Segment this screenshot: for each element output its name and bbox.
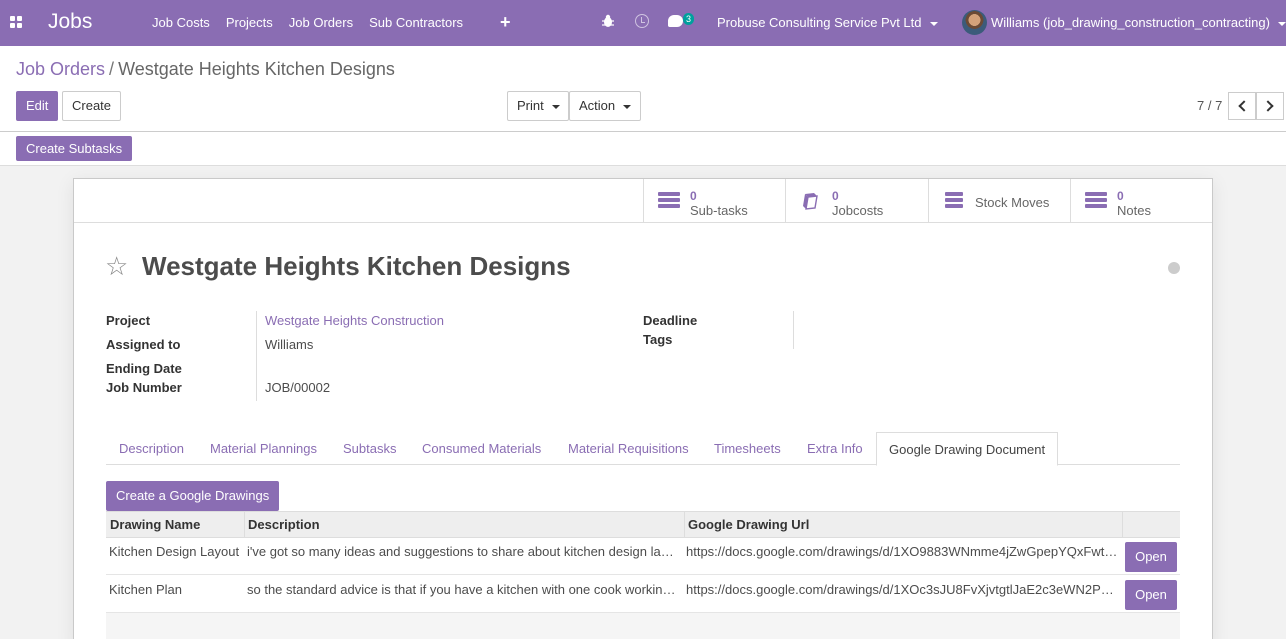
breadcrumb: Job Orders / Westgate Heights Kitchen Desi… [16, 59, 395, 80]
table-row[interactable]: Kitchen Plan so the standard advice is t… [106, 576, 1180, 613]
open-drawing-button[interactable]: Open [1125, 580, 1177, 610]
pager-next-button[interactable] [1256, 92, 1284, 120]
stock-moves-label: Stock Moves [975, 195, 1050, 210]
column-description[interactable]: Description [244, 512, 685, 537]
notes-label: Notes [1117, 203, 1151, 218]
chat-icon[interactable] [668, 15, 683, 27]
job-number-label: Job Number [106, 380, 182, 395]
jobcosts-label: Jobcosts [832, 203, 884, 218]
description-cell: i've got so many ideas and suggestions t… [247, 544, 674, 559]
column-drawing-name[interactable]: Drawing Name [106, 512, 245, 537]
column-google-drawing-url[interactable]: Google Drawing Url [684, 512, 1123, 537]
tab-description[interactable]: Description [119, 432, 184, 465]
control-panel: Job Orders / Westgate Heights Kitchen Desi… [0, 46, 1286, 132]
record-title: Westgate Heights Kitchen Designs [142, 251, 571, 281]
assigned-to-label: Assigned to [106, 337, 181, 352]
tab-subtasks[interactable]: Subtasks [343, 432, 396, 465]
url-cell: https://docs.google.com/drawings/d/1XOc3… [686, 582, 1114, 597]
create-button[interactable]: Create [62, 91, 122, 121]
chat-count-badge: 3 [683, 13, 695, 25]
menu-item-projects[interactable]: Projects [218, 0, 281, 46]
jobcosts-smart-button[interactable]: 0 Jobcosts [785, 179, 928, 223]
notebook-tabs: Description Material Plannings Subtasks … [106, 432, 1180, 466]
chevron-down-icon [929, 21, 938, 26]
breadcrumb-current: Westgate Heights Kitchen Designs [118, 59, 395, 79]
drawing-name-cell: Kitchen Plan [109, 582, 182, 597]
table-footer [106, 613, 1180, 639]
tasks-icon [658, 192, 680, 210]
company-switcher[interactable]: Probuse Consulting Service Pvt Ltd [717, 0, 938, 45]
project-field[interactable]: Westgate Heights Construction [265, 313, 444, 328]
notes-count: 0 [1117, 189, 1124, 203]
pager-previous-button[interactable] [1228, 92, 1256, 120]
job-number-field: JOB/00002 [265, 380, 331, 395]
assigned-to-field[interactable]: Williams [265, 337, 313, 352]
favorite-star-icon[interactable]: ☆ [105, 253, 128, 279]
tab-consumed-materials[interactable]: Consumed Materials [422, 432, 541, 465]
list-icon [945, 192, 963, 210]
tab-extra-info[interactable]: Extra Info [807, 432, 863, 465]
print-dropdown[interactable]: Print [507, 91, 569, 121]
main-menu: Job Costs Projects Job Orders Sub Contra… [144, 0, 471, 46]
drawing-name-cell: Kitchen Design Layout [109, 544, 240, 559]
form-statusbar: Create Subtasks [0, 132, 1286, 166]
subtasks-count: 0 [690, 189, 697, 203]
action-label: Action [579, 98, 616, 113]
bug-icon[interactable] [602, 14, 614, 28]
project-label: Project [106, 313, 151, 328]
subtasks-label: Sub-tasks [690, 203, 748, 218]
notes-smart-button[interactable]: 0 Notes [1070, 179, 1213, 223]
plus-icon[interactable]: + [500, 12, 511, 33]
action-dropdown[interactable]: Action [569, 91, 641, 121]
field-divider [793, 311, 794, 349]
notes-icon [1085, 192, 1107, 210]
table-row[interactable]: Kitchen Design Layout i've got so many i… [106, 538, 1180, 575]
pager-value[interactable]: 7 / 7 [1197, 98, 1222, 113]
apps-menu-icon[interactable] [10, 16, 22, 28]
tab-material-plannings[interactable]: Material Plannings [210, 432, 317, 465]
subtasks-smart-button[interactable]: 0 Sub-tasks [643, 179, 786, 223]
create-subtasks-button[interactable]: Create Subtasks [16, 136, 133, 161]
chevron-down-icon [623, 104, 632, 109]
open-drawing-button[interactable]: Open [1125, 542, 1177, 572]
print-label: Print [517, 98, 544, 113]
field-divider [256, 311, 257, 401]
breadcrumb-separator: / [109, 59, 115, 79]
smart-button-box: 0 Sub-tasks 0 Jobcosts Stock Moves 0 Not… [74, 179, 1212, 223]
chevron-down-icon [551, 104, 560, 109]
user-menu[interactable]: Williams (job_drawing_construction_contr… [991, 0, 1286, 45]
jobcosts-count: 0 [832, 189, 839, 203]
stock-moves-smart-button[interactable]: Stock Moves [928, 179, 1071, 223]
url-cell: https://docs.google.com/drawings/d/1XO98… [686, 544, 1118, 559]
tab-material-requisitions[interactable]: Material Requisitions [568, 432, 689, 465]
tags-label: Tags [643, 332, 673, 347]
kanban-state-indicator[interactable] [1168, 262, 1180, 274]
menu-item-job-costs[interactable]: Job Costs [144, 0, 218, 46]
menu-item-job-orders[interactable]: Job Orders [281, 0, 361, 46]
create-google-drawing-button[interactable]: Create a Google Drawings [106, 481, 280, 511]
breadcrumb-job-orders[interactable]: Job Orders [16, 59, 105, 79]
menu-item-sub-contractors[interactable]: Sub Contractors [361, 0, 471, 46]
tab-google-drawing-document[interactable]: Google Drawing Document [876, 432, 1059, 466]
description-cell: so the standard advice is that if you ha… [247, 582, 676, 597]
chevron-down-icon [1277, 21, 1286, 26]
book-icon [803, 193, 818, 210]
activity-clock-icon[interactable] [635, 14, 649, 28]
tab-timesheets[interactable]: Timesheets [714, 432, 781, 465]
company-name: Probuse Consulting Service Pvt Ltd [717, 15, 922, 30]
ending-date-label: Ending Date [106, 361, 182, 376]
app-brand[interactable]: Jobs [48, 10, 92, 34]
top-navbar: Jobs Job Costs Projects Job Orders Sub C… [0, 0, 1286, 46]
user-name: Williams (job_drawing_construction_contr… [991, 15, 1270, 30]
deadline-label: Deadline [643, 313, 698, 328]
chevron-left-icon [1238, 100, 1250, 112]
avatar[interactable] [962, 10, 987, 35]
chevron-right-icon [1262, 100, 1274, 112]
edit-button[interactable]: Edit [16, 91, 59, 121]
table-header: Drawing Name Description Google Drawing … [106, 511, 1180, 538]
